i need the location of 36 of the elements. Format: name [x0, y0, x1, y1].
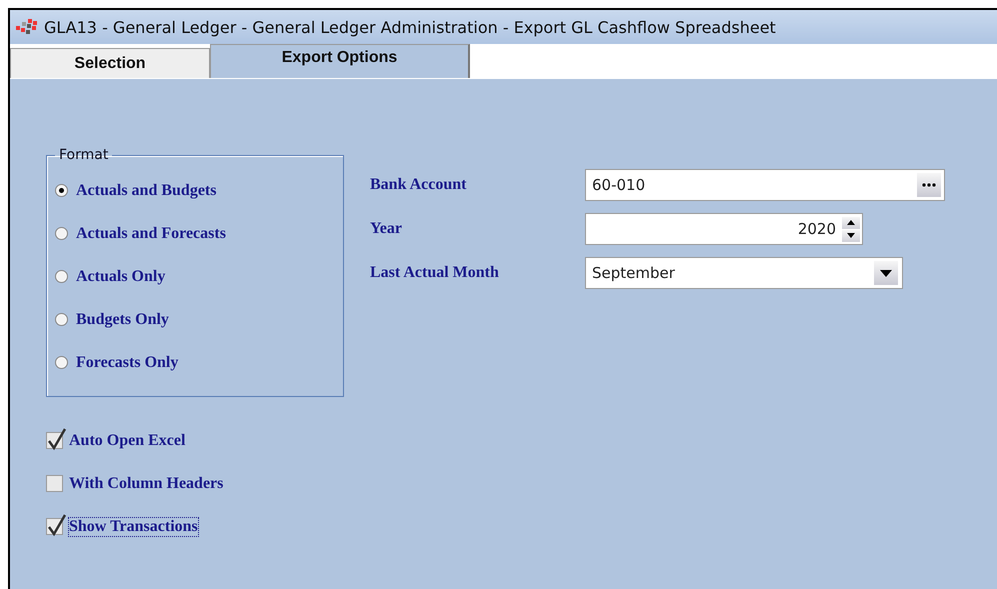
radio-button[interactable]	[55, 227, 68, 240]
checkbox-label[interactable]: With Column Headers	[69, 474, 224, 492]
field-label: Year	[370, 220, 403, 238]
spin-down-button[interactable]	[842, 230, 860, 242]
ellipsis-icon	[922, 183, 936, 187]
browse-button[interactable]	[917, 173, 941, 197]
radio-label[interactable]: Actuals and Forecasts	[76, 224, 226, 242]
down-arrow-icon	[847, 233, 855, 238]
tab[interactable]: Selection	[10, 48, 210, 78]
input-field[interactable]: 60-010	[585, 169, 945, 201]
radio-label[interactable]: Budgets Only	[76, 310, 169, 328]
caret-icon	[880, 270, 892, 276]
radio-button[interactable]	[55, 356, 68, 369]
field-value: 2020	[798, 220, 836, 238]
spin-field[interactable]: 2020	[585, 213, 863, 245]
app-logo-icon	[16, 19, 38, 35]
up-arrow-icon	[847, 220, 855, 225]
radio-button[interactable]	[55, 313, 68, 326]
dropdown-button[interactable]	[874, 261, 898, 285]
radio-label[interactable]: Forecasts Only	[76, 354, 178, 372]
checkbox[interactable]	[46, 475, 63, 492]
field-label: Bank Account	[370, 176, 468, 194]
field-value: September	[592, 264, 675, 282]
field-label: Last Actual Month	[370, 264, 500, 282]
radio-label[interactable]: Actuals Only	[76, 268, 166, 286]
group-title: Format	[58, 147, 110, 163]
radio-button[interactable]	[55, 184, 68, 197]
radio-button[interactable]	[55, 270, 68, 283]
window-title: GLA13 - General Ledger - General Ledger Administration - Export GL Cashflow Spreadsheet	[44, 18, 776, 36]
checkbox-label[interactable]: Auto Open Excel	[69, 432, 186, 450]
spin-up-button[interactable]	[842, 216, 860, 228]
checkbox-label[interactable]: Show Transactions	[69, 518, 198, 536]
field-value: 60-010	[592, 176, 646, 194]
radio-label[interactable]: Actuals and Budgets	[76, 182, 216, 200]
dropdown-field[interactable]: September	[585, 257, 903, 289]
tab[interactable]: Export Options	[210, 44, 470, 78]
